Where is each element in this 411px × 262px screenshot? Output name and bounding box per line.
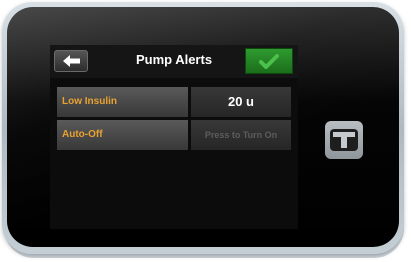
screen-header: Pump Alerts <box>50 45 298 78</box>
touchscreen-area: Pump Alerts Low Insulin 20 u Auto-Off Pr… <box>7 7 399 247</box>
checkmark-icon <box>259 54 279 69</box>
low-insulin-value[interactable]: 20 u <box>191 87 291 117</box>
back-button[interactable] <box>54 50 88 72</box>
t-logo-icon <box>330 129 358 151</box>
page-title: Pump Alerts <box>135 52 213 67</box>
low-insulin-label: Low Insulin <box>57 87 188 117</box>
confirm-button[interactable] <box>245 48 293 74</box>
low-insulin-row[interactable]: Low Insulin 20 u <box>57 87 291 117</box>
auto-off-value[interactable]: Press to Turn On <box>191 120 291 150</box>
home-button[interactable] <box>325 121 363 159</box>
left-arrow-icon <box>63 55 80 67</box>
pump-screen: Pump Alerts Low Insulin 20 u Auto-Off Pr… <box>50 45 298 229</box>
auto-off-row[interactable]: Auto-Off Press to Turn On <box>57 120 291 150</box>
auto-off-label: Auto-Off <box>57 120 188 150</box>
